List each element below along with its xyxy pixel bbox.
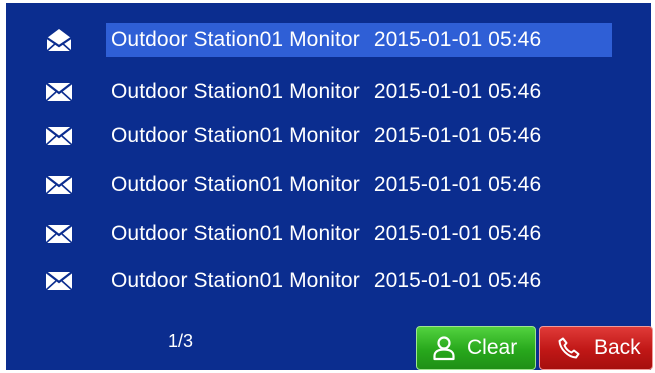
message-source: Outdoor Station01 Monitor xyxy=(111,80,360,103)
message-text: Outdoor Station01 Monitor 2015-01-01 05:… xyxy=(106,119,549,153)
clear-button-label: Clear xyxy=(467,336,518,359)
envelope-icon xyxy=(44,123,74,149)
page-indicator: 1/3 xyxy=(168,331,194,351)
message-time: 2015-01-01 05:46 xyxy=(373,173,542,196)
back-button-label: Back xyxy=(594,336,641,359)
message-source: Outdoor Station01 Monitor xyxy=(111,124,360,147)
phone-icon xyxy=(556,335,582,361)
message-row[interactable]: Outdoor Station01 Monitor 2015-01-01 05:… xyxy=(6,165,651,205)
back-button[interactable]: Back xyxy=(539,326,653,370)
envelope-icon xyxy=(44,268,74,294)
message-source: Outdoor Station01 Monitor xyxy=(111,222,360,245)
message-text: Outdoor Station01 Monitor 2015-01-01 05:… xyxy=(106,264,549,298)
message-list-screen: Outdoor Station01 Monitor 2015-01-01 05:… xyxy=(6,3,653,370)
message-time: 2015-01-01 05:46 xyxy=(373,80,542,103)
message-source: Outdoor Station01 Monitor xyxy=(111,28,360,51)
envelope-icon xyxy=(44,79,74,105)
envelope-open-icon xyxy=(44,27,74,53)
message-time: 2015-01-01 05:46 xyxy=(373,222,542,245)
envelope-icon xyxy=(44,172,74,198)
message-time: 2015-01-01 05:46 xyxy=(373,28,542,51)
message-row[interactable]: Outdoor Station01 Monitor 2015-01-01 05:… xyxy=(6,261,651,301)
envelope-icon xyxy=(44,221,74,247)
message-text: Outdoor Station01 Monitor 2015-01-01 05:… xyxy=(106,168,549,202)
message-row[interactable]: Outdoor Station01 Monitor 2015-01-01 05:… xyxy=(6,116,651,156)
message-time: 2015-01-01 05:46 xyxy=(373,269,542,292)
message-source: Outdoor Station01 Monitor xyxy=(111,269,360,292)
message-text: Outdoor Station01 Monitor 2015-01-01 05:… xyxy=(106,23,612,57)
message-row[interactable]: Outdoor Station01 Monitor 2015-01-01 05:… xyxy=(6,72,651,112)
message-row[interactable]: Outdoor Station01 Monitor 2015-01-01 05:… xyxy=(6,214,651,254)
user-icon xyxy=(431,335,457,361)
message-time: 2015-01-01 05:46 xyxy=(373,124,542,147)
message-source: Outdoor Station01 Monitor xyxy=(111,173,360,196)
message-text: Outdoor Station01 Monitor 2015-01-01 05:… xyxy=(106,217,549,251)
clear-button[interactable]: Clear xyxy=(416,326,536,370)
message-row[interactable]: Outdoor Station01 Monitor 2015-01-01 05:… xyxy=(6,20,651,60)
message-text: Outdoor Station01 Monitor 2015-01-01 05:… xyxy=(106,75,549,109)
